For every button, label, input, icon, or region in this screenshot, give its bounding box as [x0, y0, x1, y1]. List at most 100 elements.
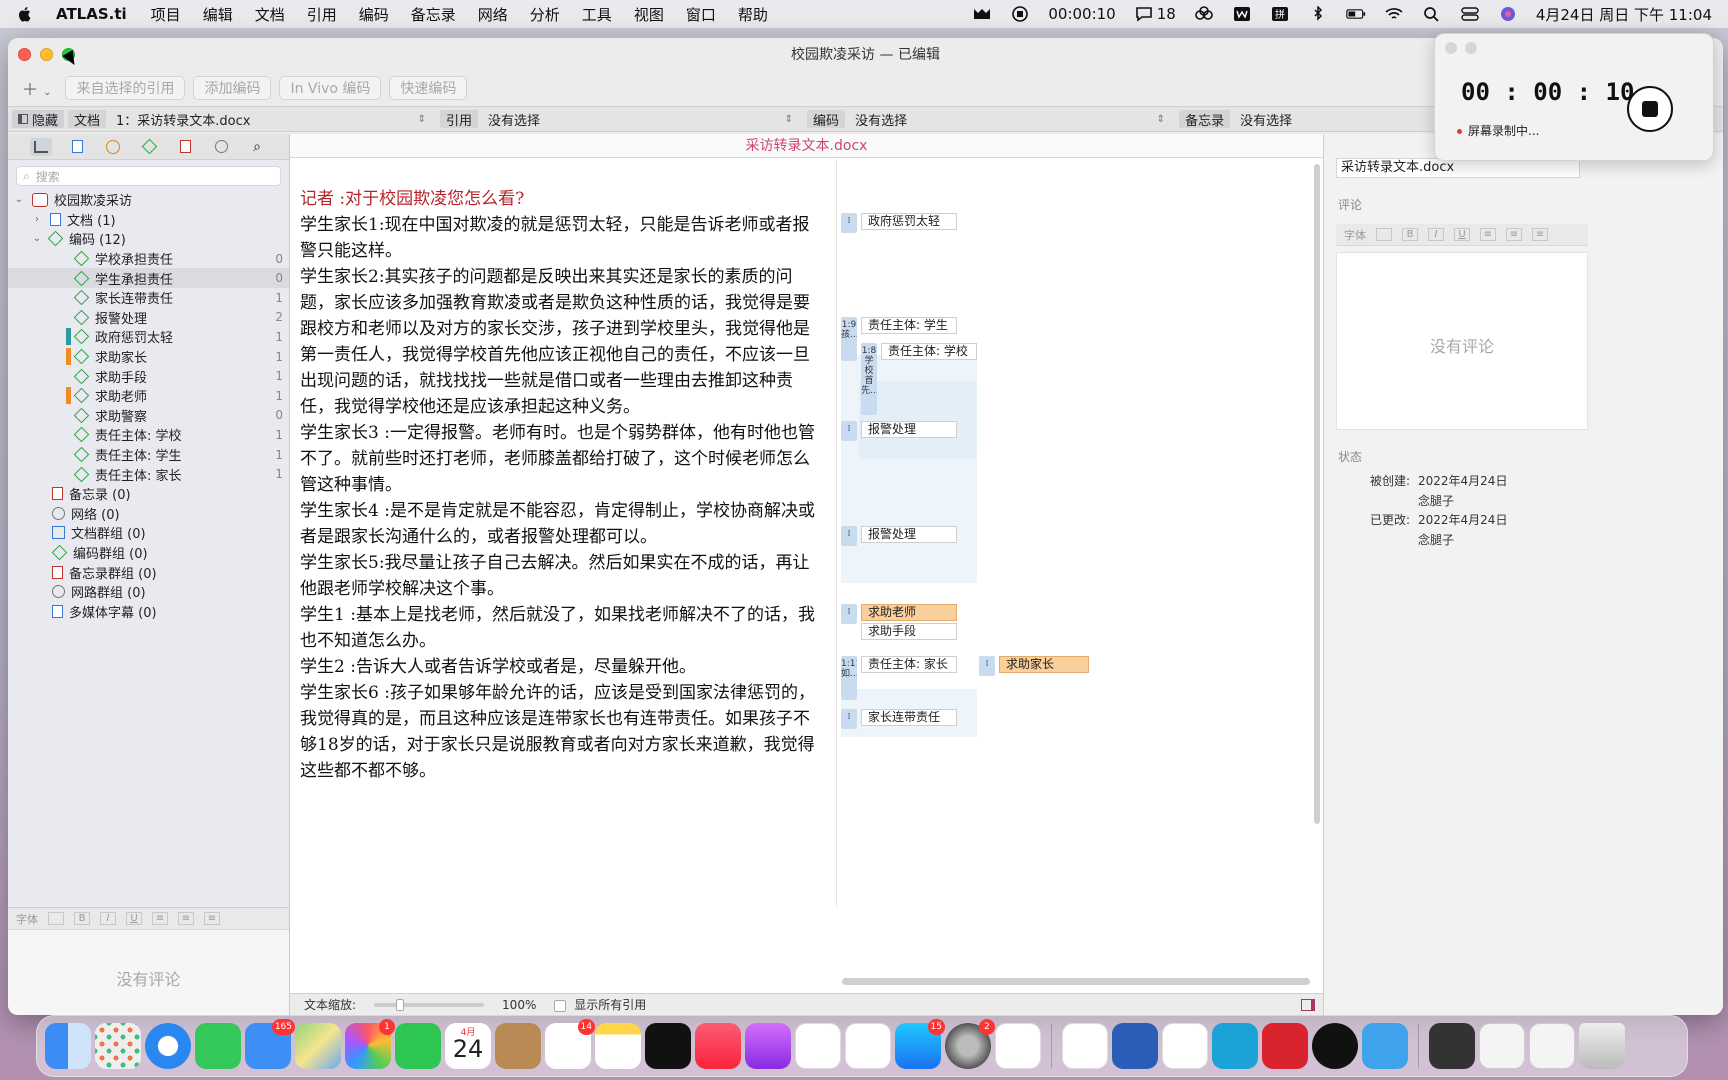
pages-dock-icon[interactable]: [845, 1023, 891, 1069]
margin-code-tag[interactable]: 责任主体: 家长: [861, 656, 957, 673]
input-method-icon[interactable]: 拼: [1270, 6, 1290, 22]
project-tree-tab[interactable]: [30, 137, 52, 156]
margin-code-tag[interactable]: 求助家长: [999, 656, 1089, 673]
menu-memo[interactable]: 备忘录: [411, 4, 456, 25]
memos-tab[interactable]: [174, 138, 196, 156]
margin-code-tag[interactable]: 求助手段: [861, 623, 957, 640]
code-list-item[interactable]: 求助手段 1: [8, 366, 289, 386]
navigator-search-input[interactable]: ⌕ 搜索: [16, 166, 281, 186]
quote-bracket[interactable]: ⁞: [841, 213, 857, 233]
tree-documents[interactable]: › 文档 (1): [8, 210, 289, 230]
code-list-item[interactable]: 求助家长 1: [8, 347, 289, 367]
color-button[interactable]: [48, 912, 64, 925]
menu-help[interactable]: 帮助: [738, 4, 768, 25]
menu-window[interactable]: 窗口: [686, 4, 716, 25]
font-label[interactable]: 字体: [1344, 227, 1366, 243]
apple-tv-dock-icon[interactable]: [645, 1023, 691, 1069]
notes-dock-icon[interactable]: [595, 1023, 641, 1069]
menu-project[interactable]: 项目: [151, 4, 181, 25]
code-list-item[interactable]: 学生承担责任 0: [8, 268, 289, 288]
align-center-button[interactable]: ≡: [1506, 228, 1522, 241]
menu-view[interactable]: 视图: [634, 4, 664, 25]
contacts-dock-icon[interactable]: [495, 1023, 541, 1069]
minimize-window-button[interactable]: [40, 48, 53, 61]
menu-edit[interactable]: 编辑: [203, 4, 233, 25]
chevron-down-icon[interactable]: ⌄: [30, 233, 44, 244]
code-list-item[interactable]: 责任主体: 学校 1: [8, 425, 289, 445]
margin-code-tag[interactable]: 政府惩罚太轻: [861, 213, 957, 230]
align-center-button[interactable]: ≡: [178, 912, 194, 925]
siri-icon[interactable]: [1498, 6, 1518, 22]
color-button[interactable]: [1376, 228, 1392, 241]
inspector-toggle-icon[interactable]: [1301, 998, 1315, 1011]
code-list-item[interactable]: 责任主体: 家长 1: [8, 464, 289, 484]
code-list-item[interactable]: 责任主体: 学生 1: [8, 445, 289, 465]
quote-bracket[interactable]: ⁞: [841, 421, 857, 441]
document-text[interactable]: 记者 :对于校园欺凌您怎么看? 学生家长1:现在中国对欺凌的就是惩罚太轻，只能是…: [300, 186, 820, 784]
tree-network-groups[interactable]: 网路群组 (0): [8, 582, 289, 602]
align-right-button[interactable]: ≡: [1532, 228, 1548, 241]
apple-icon[interactable]: [16, 5, 34, 23]
zoom-slider-knob[interactable]: [396, 998, 405, 1011]
italic-button[interactable]: I: [1428, 228, 1444, 241]
control-center-icon[interactable]: [1460, 6, 1480, 22]
tree-networks[interactable]: 网络 (0): [8, 504, 289, 524]
launchpad-dock-icon[interactable]: [95, 1023, 141, 1069]
underline-button[interactable]: U: [1454, 228, 1470, 241]
margin-code-tag[interactable]: 家长连带责任: [861, 709, 957, 726]
quote-bracket[interactable]: 1:11 如...: [841, 656, 857, 700]
horizontal-scrollbar[interactable]: [842, 978, 1310, 985]
margin-code-tag[interactable]: 报警处理: [861, 421, 957, 438]
zoom-slider[interactable]: [374, 998, 485, 1011]
inspector-name-field[interactable]: 采访转录文本.docx: [1336, 158, 1580, 178]
search-tab[interactable]: ⌕: [246, 138, 268, 156]
podcasts-dock-icon[interactable]: [745, 1023, 791, 1069]
show-all-quotes-checkbox[interactable]: 显示所有引用: [554, 996, 646, 1013]
networks-tab[interactable]: [210, 138, 232, 156]
battery-icon[interactable]: [1346, 6, 1366, 22]
screen-recorder-dock-icon[interactable]: [1312, 1023, 1358, 1069]
photos-dock-icon[interactable]: 1: [345, 1019, 395, 1069]
vertical-scrollbar[interactable]: [1314, 164, 1320, 824]
tree-project-root[interactable]: ⌄ 校园欺凌采访: [8, 190, 289, 210]
document-thumbnail-dock-icon[interactable]: [1479, 1023, 1525, 1069]
notification-area[interactable]: 18: [1134, 5, 1176, 23]
video-recorder-icon[interactable]: [972, 6, 992, 22]
finder-dock-icon[interactable]: [45, 1023, 91, 1069]
align-left-button[interactable]: ≡: [1480, 228, 1496, 241]
bluetooth-icon[interactable]: [1308, 6, 1328, 22]
atlas-ti-dock-icon[interactable]: [1212, 1023, 1258, 1069]
numbers-dock-icon[interactable]: [795, 1023, 841, 1069]
tree-memo-groups[interactable]: 备忘录群组 (0): [8, 562, 289, 582]
documents-tab[interactable]: [66, 138, 88, 156]
memo-selector[interactable]: 没有选择: [1230, 110, 1302, 129]
safari-dock-icon[interactable]: [145, 1023, 191, 1069]
align-right-button[interactable]: ≡: [204, 912, 220, 925]
tree-codes[interactable]: ⌄ 编码 (12): [8, 229, 289, 249]
cloud-app-icon[interactable]: [1194, 6, 1214, 22]
quote-bracket[interactable]: ⁞: [841, 709, 857, 729]
code-selector[interactable]: 没有选择 ⇕: [845, 110, 1175, 129]
code-list-item[interactable]: 学校承担责任 0: [8, 249, 289, 269]
wps-office-dock-icon[interactable]: [995, 1023, 1041, 1069]
menu-quote[interactable]: 引用: [307, 4, 337, 25]
menu-analysis[interactable]: 分析: [530, 4, 560, 25]
bold-button[interactable]: B: [74, 912, 90, 925]
menu-network[interactable]: 网络: [478, 4, 508, 25]
tree-multimedia-subtitles[interactable]: 多媒体字幕 (0): [8, 601, 289, 621]
margin-code-tag[interactable]: 责任主体: 学校: [881, 343, 977, 360]
code-list-item[interactable]: 家长连带责任 1: [8, 288, 289, 308]
menu-tools[interactable]: 工具: [582, 4, 612, 25]
wifi-icon[interactable]: [1384, 6, 1404, 22]
menu-code[interactable]: 编码: [359, 4, 389, 25]
maps-dock-icon[interactable]: [295, 1023, 341, 1069]
font-label[interactable]: 字体: [16, 911, 38, 927]
downloads-dock-icon[interactable]: [1529, 1023, 1575, 1069]
stop-record-icon[interactable]: [1010, 6, 1030, 22]
quote-bracket[interactable]: ⁞: [841, 604, 857, 624]
code-list-item[interactable]: 求助老师 1: [8, 386, 289, 406]
bold-button[interactable]: B: [1402, 228, 1418, 241]
tree-code-groups[interactable]: 编码群组 (0): [8, 543, 289, 563]
in-vivo-code-button[interactable]: In Vivo 编码: [279, 76, 382, 100]
quote-selector[interactable]: 没有选择 ⇕: [478, 110, 803, 129]
